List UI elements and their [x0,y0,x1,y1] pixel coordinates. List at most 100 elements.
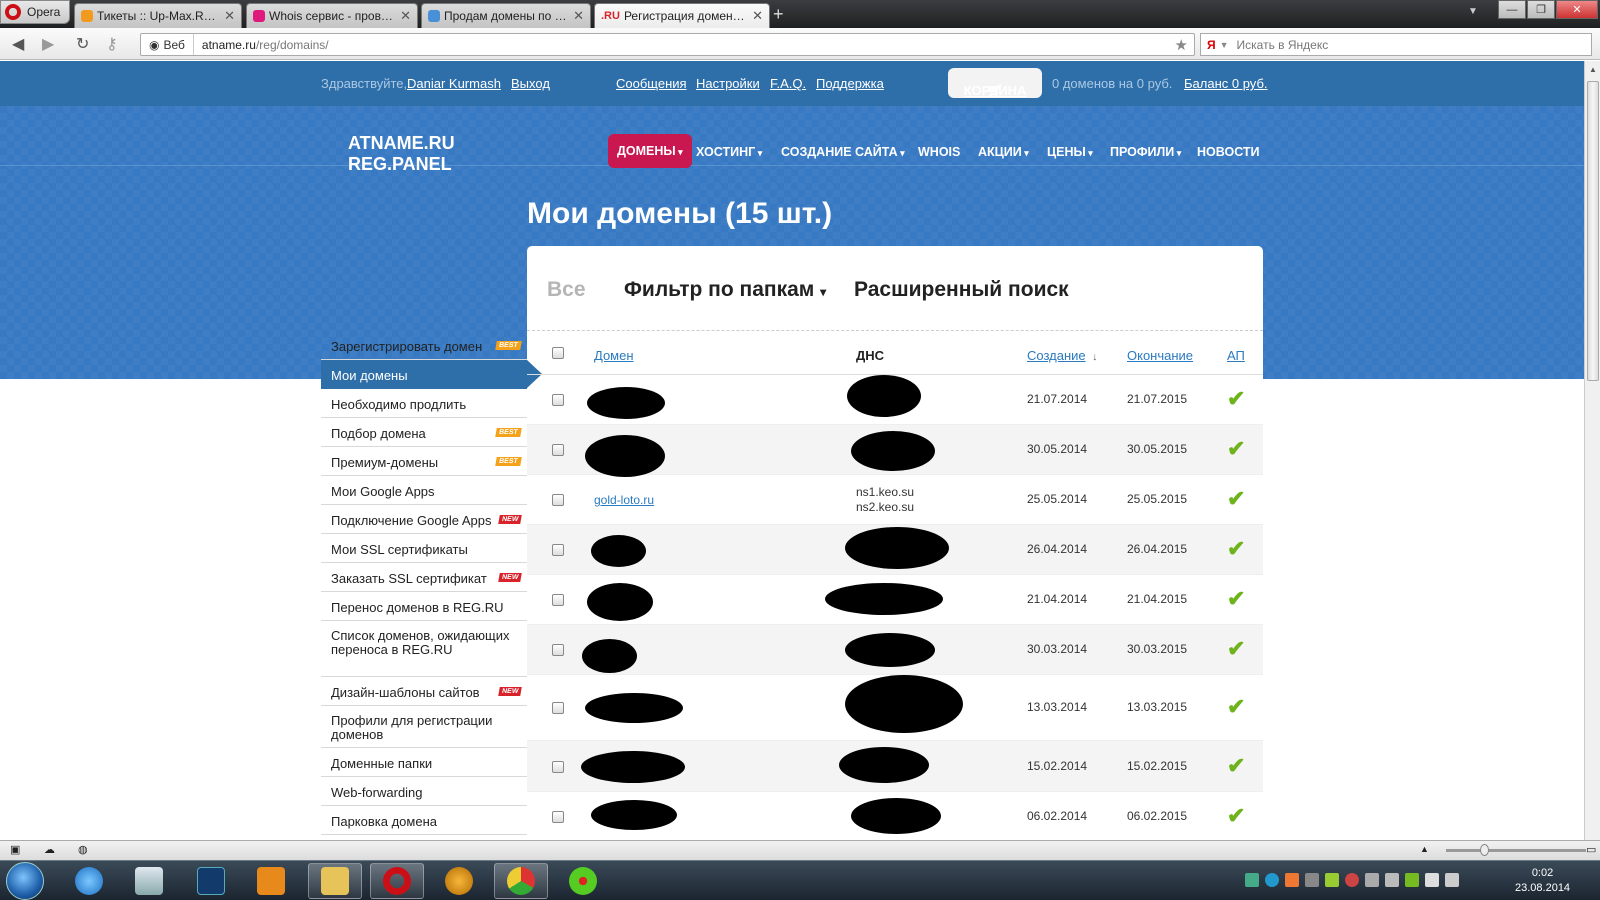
table-row[interactable]: 30.03.2014 30.03.2015 ✔ [527,625,1263,675]
sidebar-item[interactable]: Доменные папки [321,748,527,777]
table-row[interactable]: 21.04.2014 21.04.2015 ✔ [527,575,1263,625]
sidebar-item[interactable]: Мои Google Apps [321,476,527,505]
user-link[interactable]: Daniar Kurmash [407,76,501,91]
nav-item[interactable]: СОЗДАНИЕ САЙТА ▾ [781,145,905,159]
advanced-search-tab[interactable]: Расширенный поиск [854,278,1069,302]
filter-folders-dropdown[interactable]: Фильтр по папкам ▾ [624,278,826,302]
row-checkbox[interactable] [552,394,564,406]
row-checkbox[interactable] [552,702,564,714]
close-window-button[interactable]: ✕ [1556,0,1598,19]
nav-item[interactable]: АКЦИИ ▾ [978,145,1029,159]
table-row[interactable]: 13.03.2014 13.03.2015 ✔ [527,675,1263,741]
messages-link[interactable]: Сообщения [616,76,687,91]
browser-tab[interactable]: Whois сервис - прове... ✕ [246,3,418,28]
taskbar-icq-icon[interactable] [556,863,610,899]
tray-monitor-icon[interactable] [1385,873,1399,887]
tray-ie-icon[interactable] [1265,873,1279,887]
sidebar-item[interactable]: Парковка домена [321,806,527,835]
reload-icon[interactable]: ↻ [76,34,89,54]
opera-menu-button[interactable]: Opera [0,0,70,24]
browser-tab[interactable]: .RU Регистрация доменов ... ✕ [594,3,770,28]
maximize-button[interactable]: ❐ [1527,0,1555,19]
sidebar-item[interactable]: Подбор домена BEST [321,418,527,447]
settings-link[interactable]: Настройки [696,76,760,91]
scrollbar-thumb[interactable] [1587,81,1599,381]
vertical-scrollbar[interactable]: ▲ [1584,61,1600,840]
new-tab-button[interactable]: + [773,4,784,25]
sidebar-item[interactable]: Перенос доменов в REG.RU [321,592,527,621]
close-tab-icon[interactable]: ✕ [752,8,763,24]
close-tab-icon[interactable]: ✕ [400,8,411,24]
nav-item[interactable]: ЦЕНЫ ▾ [1047,145,1093,159]
site-logo[interactable]: ATNAME.RU REG.PANEL [348,133,455,175]
yandex-search-field[interactable]: Я ▼ Искать в Яндекс [1200,33,1592,56]
select-all-checkbox[interactable] [552,347,564,359]
col-created-header[interactable]: Создание ↓ [1027,348,1097,363]
cart-button[interactable]: 🛒︎ КОРЗИНА [948,68,1042,98]
tray-nvidia-icon[interactable] [1405,873,1419,887]
row-checkbox[interactable] [552,644,564,656]
nav-item[interactable]: WHOIS [918,145,960,159]
filter-all-tab[interactable]: Все [547,278,586,302]
logout-link[interactable]: Выход [511,76,550,91]
tray-network-icon[interactable] [1245,873,1259,887]
tray-usb-icon[interactable] [1325,873,1339,887]
zoom-popup-icon[interactable]: ▲ [1420,844,1429,854]
fit-page-icon[interactable]: ▭ [1586,843,1596,856]
table-row[interactable]: 06.02.2014 06.02.2015 ✔ [527,792,1263,840]
table-row[interactable]: 21.07.2014 21.07.2015 ✔ [527,375,1263,425]
row-checkbox[interactable] [552,544,564,556]
tray-antivirus-icon[interactable] [1345,873,1359,887]
nav-item[interactable]: ХОСТИНГ ▾ [696,145,762,159]
taskbar-media-icon[interactable] [122,863,176,899]
table-row[interactable]: 26.04.2014 26.04.2015 ✔ [527,525,1263,575]
cloud-icon[interactable]: ☁ [44,843,55,856]
sidebar-item[interactable]: Заказать SSL сертификат NEW [321,563,527,592]
tray-flag-icon[interactable] [1425,873,1439,887]
sidebar-item[interactable]: Профили для регистрации доменов [321,706,527,748]
close-tab-icon[interactable]: ✕ [224,8,235,24]
sidebar-item[interactable]: Зарегистрировать домен BEST [321,331,527,360]
balance-link[interactable]: Баланс 0 руб. [1184,76,1268,91]
nav-item[interactable]: НОВОСТИ [1197,145,1260,159]
tray-volume-icon[interactable] [1445,873,1459,887]
bookmark-star-icon[interactable]: ★ [1175,36,1188,54]
col-expires-header[interactable]: Окончание [1127,348,1193,363]
panel-toggle-icon[interactable]: ▣ [10,843,20,856]
tray-power-icon[interactable] [1365,873,1379,887]
taskbar-ie-icon[interactable] [62,863,116,899]
minimize-button[interactable]: — [1498,0,1526,19]
back-icon[interactable]: ◀ [12,34,24,54]
zoom-slider[interactable] [1446,849,1586,852]
sidebar-item[interactable]: Список доменов, ожидающих переноса в REG… [321,621,527,677]
start-button[interactable] [6,862,44,900]
taskbar-clock[interactable]: 0:02 23.08.2014 [1515,866,1570,896]
nav-item[interactable]: ПРОФИЛИ ▾ [1110,145,1181,159]
taskbar-aimp-icon[interactable] [432,863,486,899]
search-engine-dropdown-icon[interactable]: ▼ [1220,40,1229,50]
sidebar-item[interactable]: Премиум-домены BEST [321,447,527,476]
col-autorenew-header[interactable]: АП [1227,348,1245,363]
browser-tab[interactable]: Тикеты :: Up-Max.Ru: ... ✕ [74,3,242,28]
row-checkbox[interactable] [552,494,564,506]
sidebar-item[interactable]: Подключение Google Apps NEW [321,505,527,534]
taskbar-photoshop-icon[interactable] [184,863,238,899]
browser-tab[interactable]: Продам домены по 70р ✕ [421,3,591,28]
taskbar-chrome-icon[interactable] [494,863,548,899]
tray-app-icon[interactable] [1285,873,1299,887]
forward-icon[interactable]: ▶ [42,34,54,54]
faq-link[interactable]: F.A.Q. [770,76,806,91]
zoom-slider-knob[interactable] [1480,844,1489,856]
row-checkbox[interactable] [552,444,564,456]
sidebar-item[interactable]: Дизайн-шаблоны сайтов NEW [321,677,527,706]
sidebar-item[interactable]: Мои домены [321,360,542,389]
tray-device-icon[interactable] [1305,873,1319,887]
row-checkbox[interactable] [552,811,564,823]
web-badge[interactable]: ◉ Веб [141,34,194,55]
sidebar-item[interactable]: Необходимо продлить [321,389,527,418]
row-checkbox[interactable] [552,594,564,606]
close-tab-icon[interactable]: ✕ [573,8,584,24]
table-row[interactable]: 15.02.2014 15.02.2015 ✔ [527,741,1263,792]
tab-list-icon[interactable]: ▼ [1468,6,1478,17]
sidebar-item[interactable]: Мои SSL сертификаты [321,534,527,563]
